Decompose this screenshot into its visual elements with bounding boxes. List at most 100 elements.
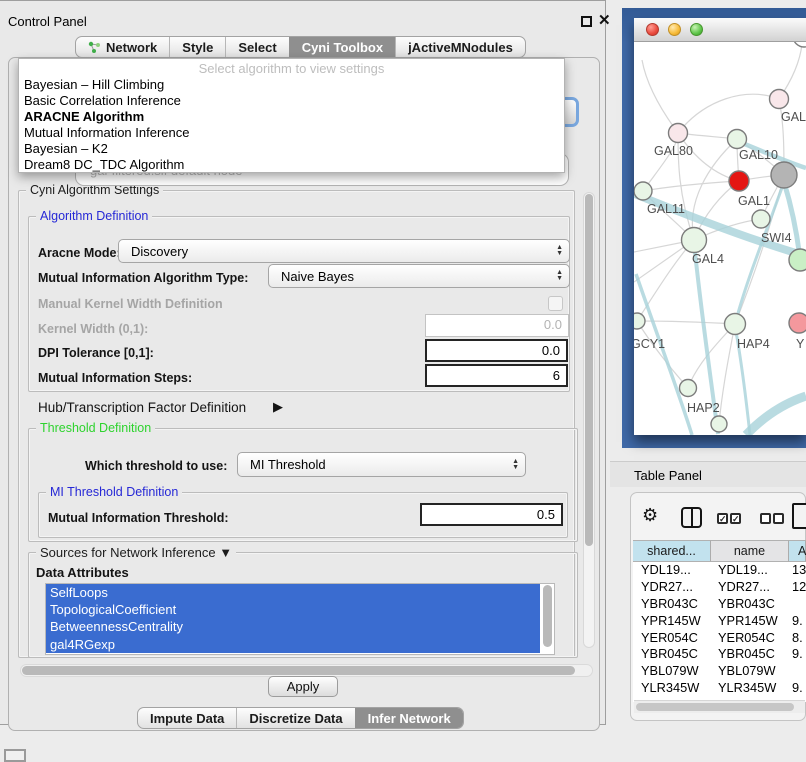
scrollbar-thumb[interactable] <box>636 703 794 711</box>
algorithm-option[interactable]: ARACNE Algorithm <box>19 109 564 125</box>
table-cell[interactable]: YBR045C <box>633 646 711 663</box>
mi-threshold-field[interactable]: 0.5 <box>420 503 563 526</box>
table-row[interactable]: YDL19...YDL19...13 <box>633 562 806 579</box>
network-node[interactable] <box>793 42 806 47</box>
table-cell[interactable]: YER054C <box>711 630 789 647</box>
expanded-arrow-icon[interactable]: ▼ <box>219 545 232 560</box>
scrollbar-thumb[interactable] <box>585 194 593 546</box>
network-node[interactable] <box>634 313 645 329</box>
table-cell[interactable]: YBL079W <box>633 663 711 680</box>
export-table-icon[interactable] <box>792 503 806 529</box>
tab-jactivemnodules[interactable]: jActiveMNodules <box>395 37 525 57</box>
table-cell[interactable]: YPR145W <box>633 613 711 630</box>
network-node[interactable] <box>711 416 727 432</box>
dpi-tolerance-field[interactable]: 0.0 <box>425 339 568 362</box>
deselect-all-icon[interactable] <box>760 513 771 524</box>
hub-section-label[interactable]: Hub/Transcription Factor Definition <box>38 400 246 415</box>
tab-network[interactable]: Network <box>76 37 169 57</box>
algorithm-option[interactable]: Basic Correlation Inference <box>19 93 564 109</box>
kernel-width-field[interactable]: 0.0 <box>425 314 569 337</box>
manual-kernel-checkbox[interactable] <box>548 296 563 311</box>
network-node[interactable] <box>728 130 747 149</box>
table-row[interactable]: YER054CYER054C8. <box>633 630 806 647</box>
column-header-name[interactable]: name <box>711 540 789 562</box>
float-window-icon[interactable] <box>581 16 592 27</box>
network-node[interactable] <box>634 182 652 200</box>
mi-steps-field[interactable]: 6 <box>425 364 568 387</box>
table-row[interactable]: YBR043CYBR043C <box>633 596 806 613</box>
table-cell[interactable]: 9. <box>789 646 806 663</box>
algorithm-option[interactable]: Bayesian – K2 <box>19 141 564 157</box>
tab-cyni-toolbox[interactable]: Cyni Toolbox <box>289 37 395 57</box>
algorithm-option[interactable]: Dream8 DC_TDC Algorithm <box>19 157 564 173</box>
table-cell[interactable] <box>789 596 806 613</box>
gear-icon[interactable]: ⚙ <box>642 505 658 526</box>
tab-select[interactable]: Select <box>225 37 288 57</box>
table-row[interactable]: YLR345WYLR345W9. <box>633 680 806 697</box>
table-cell[interactable]: YLR345W <box>711 680 789 697</box>
table-cell[interactable] <box>789 663 806 680</box>
select-all-icon[interactable]: ✓ <box>730 513 741 524</box>
tab-discretize-data[interactable]: Discretize Data <box>236 708 354 728</box>
table-cell[interactable]: 13 <box>789 562 806 579</box>
table-cell[interactable]: 12 <box>789 579 806 596</box>
table-cell[interactable]: YDR27... <box>633 579 711 596</box>
table-cell[interactable]: YLR345W <box>633 680 711 697</box>
tab-impute-data[interactable]: Impute Data <box>138 708 236 728</box>
table-cell[interactable]: YDR27... <box>711 579 789 596</box>
table-row[interactable]: YBR045CYBR045C9. <box>633 646 806 663</box>
attribute-item[interactable]: BetweennessCentrality <box>46 618 540 635</box>
zoom-button[interactable] <box>690 23 703 36</box>
table-cell[interactable]: YDL19... <box>633 562 711 579</box>
column-header-clipped[interactable]: A <box>789 540 806 562</box>
network-node[interactable] <box>725 314 746 335</box>
attribute-item[interactable]: TopologicalCoefficient <box>46 601 540 618</box>
table-row[interactable]: YDR27...YDR27...12 <box>633 579 806 596</box>
network-node[interactable] <box>669 124 688 143</box>
table-cell[interactable]: YBR043C <box>633 596 711 613</box>
collapsed-arrow-icon[interactable]: ▶ <box>273 399 283 415</box>
scrollbar-thumb[interactable] <box>543 585 552 647</box>
close-button[interactable] <box>646 23 659 36</box>
table-cell[interactable]: YBR045C <box>711 646 789 663</box>
table-cell[interactable]: YPR145W <box>711 613 789 630</box>
apply-button[interactable]: Apply <box>268 676 338 697</box>
network-node[interactable] <box>771 162 797 188</box>
algorithm-option[interactable]: Bayesian – Hill Climbing <box>19 77 564 93</box>
tab-infer-network[interactable]: Infer Network <box>355 708 463 728</box>
network-node[interactable] <box>682 228 707 253</box>
table-cell[interactable]: YBR043C <box>711 596 789 613</box>
table-body[interactable]: YDL19...YDL19...13YDR27...YDR27...12YBR0… <box>633 562 806 702</box>
table-cell[interactable]: 9. <box>789 613 806 630</box>
settings-vertical-scrollbar[interactable] <box>583 192 595 648</box>
column-header-shared-name[interactable]: shared... <box>633 540 711 562</box>
table-horizontal-scrollbar[interactable] <box>634 700 805 713</box>
select-all-icon[interactable]: ✓ <box>717 513 728 524</box>
tab-style[interactable]: Style <box>169 37 225 57</box>
minimize-button[interactable] <box>668 23 681 36</box>
scrollbar-thumb[interactable] <box>22 666 575 675</box>
table-cell[interactable]: 9. <box>789 680 806 697</box>
attribute-item[interactable]: SelfLoops <box>46 584 540 601</box>
table-cell[interactable]: YER054C <box>633 630 711 647</box>
table-cell[interactable]: 8. <box>789 630 806 647</box>
network-canvas[interactable]: GALGAL80GAL10GAL11GAL1SWI4GAL4GCY1HAP4YH… <box>634 42 806 435</box>
network-node[interactable] <box>789 249 806 271</box>
attribute-item[interactable]: gal4RGexp <box>46 636 540 653</box>
attribute-list-scrollbar[interactable] <box>541 584 554 654</box>
minimized-panel-icon[interactable] <box>4 749 26 762</box>
table-cell[interactable]: YBL079W <box>711 663 789 680</box>
table-row[interactable]: YBL079WYBL079W <box>633 663 806 680</box>
which-threshold-combo[interactable]: MI Threshold ▲▼ <box>237 452 526 477</box>
deselect-all-icon[interactable] <box>773 513 784 524</box>
close-panel-icon[interactable]: ✕ <box>598 11 611 29</box>
columns-icon[interactable] <box>681 507 702 528</box>
network-node[interactable] <box>729 171 749 191</box>
network-node[interactable] <box>680 380 697 397</box>
network-node[interactable] <box>752 210 770 228</box>
data-attributes-list[interactable]: SelfLoopsTopologicalCoefficientBetweenne… <box>45 583 555 655</box>
algorithm-option[interactable]: Mutual Information Inference <box>19 125 564 141</box>
network-node[interactable] <box>770 90 789 109</box>
network-node[interactable] <box>789 313 806 333</box>
table-row[interactable]: YPR145WYPR145W9. <box>633 613 806 630</box>
